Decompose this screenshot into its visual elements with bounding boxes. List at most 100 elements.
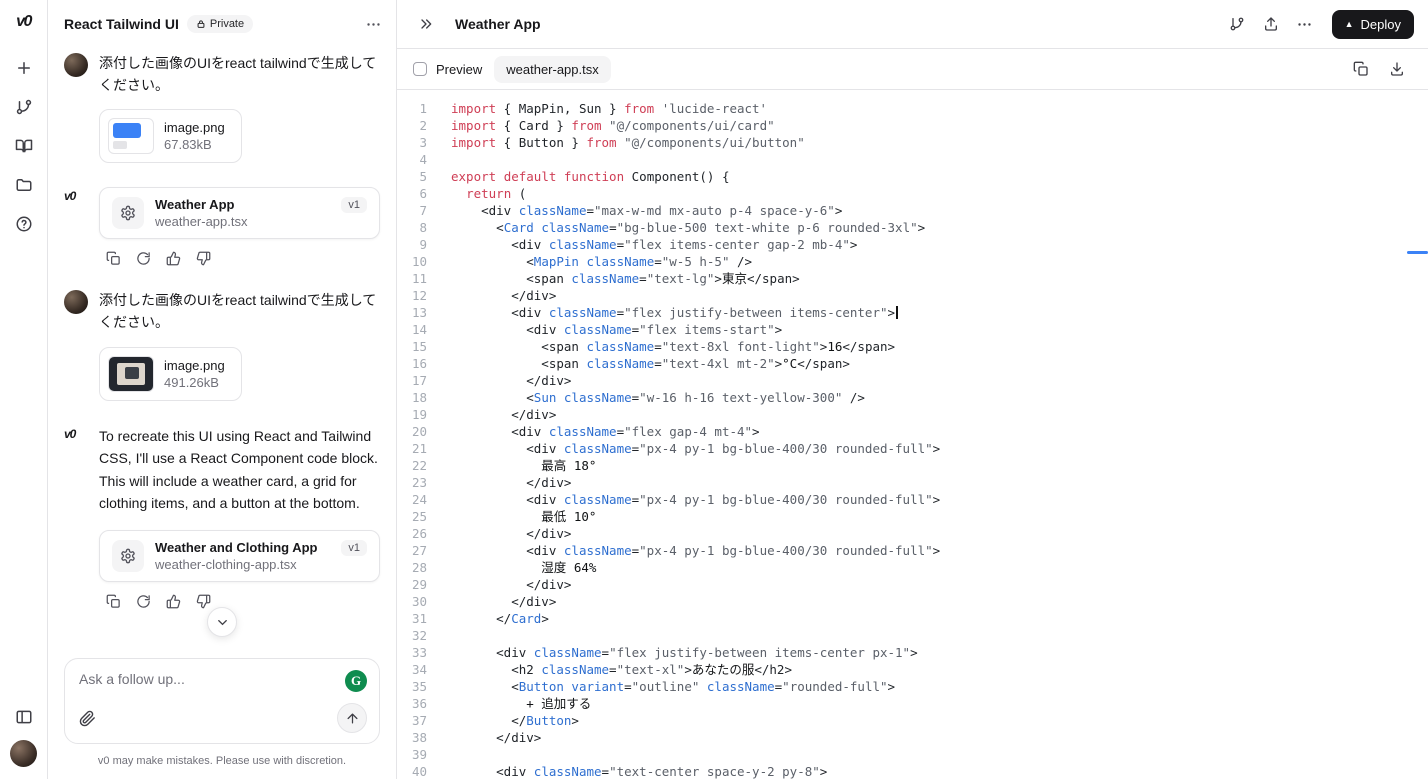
- code-line[interactable]: 22 最高 18°: [397, 457, 1428, 474]
- code-line[interactable]: 24 <div className="px-4 py-1 bg-blue-400…: [397, 491, 1428, 508]
- code-line[interactable]: 15 <span className="text-8xl font-light"…: [397, 338, 1428, 355]
- code-line[interactable]: 5 export default function Component() {: [397, 168, 1428, 185]
- code-line[interactable]: 12 </div>: [397, 287, 1428, 304]
- line-number: 29: [411, 577, 427, 592]
- projects-button[interactable]: [8, 169, 40, 201]
- code-line[interactable]: 6 return (: [397, 185, 1428, 202]
- line-number: 20: [411, 424, 427, 439]
- tab-weather-app-tsx[interactable]: weather-app.tsx: [494, 55, 611, 83]
- code-line[interactable]: 38 </div>: [397, 729, 1428, 746]
- preview-label: Preview: [436, 61, 483, 77]
- code-line[interactable]: 17 </div>: [397, 372, 1428, 389]
- user-message-2: 添付した画像のUIをreact tailwindで生成してください。 image…: [64, 290, 380, 401]
- more-options-button[interactable]: [1290, 9, 1320, 39]
- code-line[interactable]: 16 <span className="text-4xl mt-2">°C</s…: [397, 355, 1428, 372]
- line-number: 36: [411, 696, 427, 711]
- code-line[interactable]: 2 import { Card } from "@/components/ui/c…: [397, 117, 1428, 134]
- workflows-button[interactable]: [8, 91, 40, 123]
- code-line[interactable]: 10 <MapPin className="w-5 h-5" />: [397, 253, 1428, 270]
- chat-menu-button[interactable]: [365, 16, 382, 33]
- code-line[interactable]: 7 <div className="max-w-md mx-auto p-4 s…: [397, 202, 1428, 219]
- code-line[interactable]: 35 <Button variant="outline" className="…: [397, 678, 1428, 695]
- code-line[interactable]: 18 <Sun className="w-16 h-16 text-yellow…: [397, 389, 1428, 406]
- assistant-message-1: v0 Weather App weather-app.tsx v1: [64, 187, 380, 266]
- preview-toggle[interactable]: Preview: [413, 62, 482, 77]
- code-line[interactable]: 8 <Card className="bg-blue-500 text-whit…: [397, 219, 1428, 236]
- privacy-badge[interactable]: Private: [186, 15, 254, 33]
- copy-message-button[interactable]: [106, 251, 121, 266]
- code-line[interactable]: 33 <div className="flex justify-between …: [397, 644, 1428, 661]
- code-line[interactable]: 20 <div className="flex gap-4 mt-4">: [397, 423, 1428, 440]
- code-line[interactable]: 4: [397, 151, 1428, 168]
- v0-assistant-icon: v0: [64, 426, 76, 441]
- code-line[interactable]: 19 </div>: [397, 406, 1428, 423]
- code-line[interactable]: 36 + 追加する: [397, 695, 1428, 712]
- deploy-button[interactable]: ▲ Deploy: [1331, 9, 1414, 39]
- code-line[interactable]: 31 </Card>: [397, 610, 1428, 627]
- regenerate-button[interactable]: [136, 594, 151, 609]
- code-block-card-1[interactable]: Weather App weather-app.tsx v1: [99, 187, 380, 240]
- code-line[interactable]: 27 <div className="px-4 py-1 bg-blue-400…: [397, 542, 1428, 559]
- send-button[interactable]: [337, 703, 367, 733]
- download-code-button[interactable]: [1382, 54, 1412, 84]
- code-block-card-2[interactable]: Weather and Clothing App weather-clothin…: [99, 530, 380, 583]
- scroll-to-bottom-button[interactable]: [207, 607, 237, 637]
- code-line[interactable]: 32: [397, 627, 1428, 644]
- code-line[interactable]: 21 <div className="px-4 py-1 bg-blue-400…: [397, 440, 1428, 457]
- thumbs-up-button[interactable]: [166, 594, 181, 609]
- share-button[interactable]: [1256, 9, 1286, 39]
- code-line[interactable]: 3 import { Button } from "@/components/ui…: [397, 134, 1428, 151]
- collapse-chat-button[interactable]: [411, 9, 441, 39]
- thumbs-down-button[interactable]: [196, 251, 211, 266]
- refresh-icon: [137, 595, 150, 609]
- line-number: 10: [411, 254, 427, 269]
- thumbs-down-button[interactable]: [196, 594, 211, 609]
- new-chat-button[interactable]: [8, 52, 40, 84]
- code-line[interactable]: 40 <div className="text-center space-y-2…: [397, 763, 1428, 779]
- message-list: 添付した画像のUIをreact tailwindで生成してください。 image…: [48, 43, 396, 652]
- line-number: 27: [411, 543, 427, 558]
- code-line[interactable]: 9 <div className="flex items-center gap-…: [397, 236, 1428, 253]
- code-line[interactable]: 28 湿度 64%: [397, 559, 1428, 576]
- v0-logo-icon[interactable]: v0: [16, 13, 32, 31]
- code-line[interactable]: 30 </div>: [397, 593, 1428, 610]
- composer[interactable]: G: [64, 658, 380, 744]
- toggle-sidebar-button[interactable]: [8, 701, 40, 733]
- user-avatar: [64, 290, 88, 315]
- code-line[interactable]: 13 <div className="flex justify-between …: [397, 304, 1428, 321]
- line-number: 31: [411, 611, 427, 626]
- line-number: 34: [411, 662, 427, 677]
- code-line[interactable]: 1 import { MapPin, Sun } from 'lucide-rea…: [397, 100, 1428, 117]
- code-line[interactable]: 29 </div>: [397, 576, 1428, 593]
- code-line[interactable]: 14 <div className="flex items-start">: [397, 321, 1428, 338]
- v0-assistant-icon: v0: [64, 189, 76, 204]
- grammarly-icon[interactable]: G: [345, 670, 367, 692]
- line-number: 38: [411, 730, 427, 745]
- regenerate-button[interactable]: [136, 251, 151, 266]
- git-branch-icon: [1230, 17, 1244, 31]
- code-line[interactable]: 39: [397, 746, 1428, 763]
- code-line[interactable]: 34 <h2 className="text-xl">あなたの服</h2>: [397, 661, 1428, 678]
- line-number: 6: [419, 186, 427, 201]
- code-line[interactable]: 37 </Button>: [397, 712, 1428, 729]
- follow-up-input[interactable]: [79, 671, 337, 687]
- attachment-card[interactable]: image.png 67.83kB: [99, 109, 242, 164]
- deploy-label: Deploy: [1360, 16, 1401, 32]
- thumbs-up-button[interactable]: [166, 251, 181, 266]
- account-avatar[interactable]: [10, 740, 37, 767]
- code-line[interactable]: 26 </div>: [397, 525, 1428, 542]
- attach-file-button[interactable]: [79, 710, 96, 727]
- code-line[interactable]: 23 </div>: [397, 474, 1428, 491]
- scrollbar-current-line-indicator[interactable]: [1407, 251, 1428, 254]
- attachment-size: 491.26kB: [164, 374, 219, 390]
- help-button[interactable]: [8, 208, 40, 240]
- versions-button[interactable]: [1222, 9, 1252, 39]
- attachment-card[interactable]: image.png 491.26kB: [99, 346, 242, 401]
- line-number: 4: [419, 152, 427, 167]
- code-line[interactable]: 11 <span className="text-lg">東京</span>: [397, 270, 1428, 287]
- code-line[interactable]: 25 最低 10°: [397, 508, 1428, 525]
- code-editor[interactable]: 1 import { MapPin, Sun } from 'lucide-rea…: [397, 90, 1428, 779]
- docs-button[interactable]: [8, 130, 40, 162]
- copy-message-button[interactable]: [106, 594, 121, 609]
- copy-code-button[interactable]: [1346, 54, 1376, 84]
